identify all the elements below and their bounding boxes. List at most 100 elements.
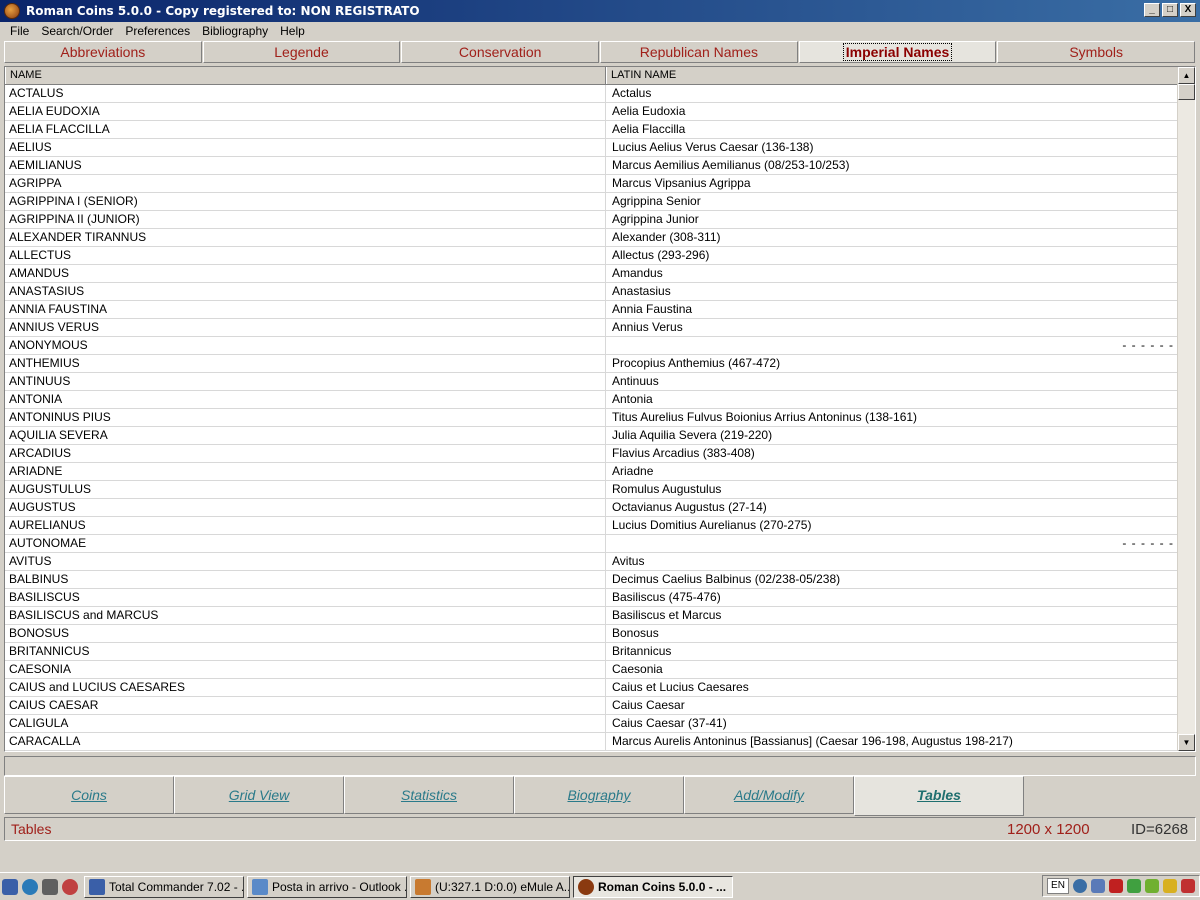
cell-latin-name[interactable]: Octavianus Augustus (27-14) <box>606 499 1178 516</box>
cell-name[interactable]: CARACALLA <box>5 733 606 750</box>
table-row[interactable]: AEMILIANUS Marcus Aemilius Aemilianus (08… <box>5 157 1178 175</box>
menu-preferences[interactable]: Preferences <box>119 24 196 38</box>
cell-latin-name[interactable]: Antonia <box>606 391 1178 408</box>
cell-latin-name[interactable]: Decimus Caelius Balbinus (02/238-05/238) <box>606 571 1178 588</box>
menu-help[interactable]: Help <box>274 24 311 38</box>
cell-name[interactable]: ANTONIA <box>5 391 606 408</box>
task-total-commander[interactable]: Total Commander 7.02 - ... <box>84 875 244 898</box>
close-button[interactable]: X <box>1180 3 1196 17</box>
table-row[interactable]: ANTINUUS Antinuus <box>5 373 1178 391</box>
nvidia-icon[interactable] <box>1145 879 1159 893</box>
cell-latin-name[interactable]: Basiliscus et Marcus <box>606 607 1178 624</box>
menu-search-order[interactable]: Search/Order <box>35 24 119 38</box>
cell-name[interactable]: AELIA FLACCILLA <box>5 121 606 138</box>
table-row[interactable]: AUTONOMAE - - - - - - <box>5 535 1178 553</box>
column-header-name[interactable]: NAME <box>5 67 606 84</box>
table-row[interactable]: ANASTASIUS Anastasius <box>5 283 1178 301</box>
table-row[interactable]: BASILISCUS and MARCUS Basiliscus et Marcu… <box>5 607 1178 625</box>
cell-latin-name[interactable]: Allectus (293-296) <box>606 247 1178 264</box>
cell-name[interactable]: BALBINUS <box>5 571 606 588</box>
tab-coins[interactable]: Coins <box>4 776 174 814</box>
task-outlook[interactable]: Posta in arrivo - Outlook ... <box>247 875 407 898</box>
cell-name[interactable]: ALEXANDER TIRANNUS <box>5 229 606 246</box>
vertical-scrollbar[interactable]: ▲ ▼ <box>1177 67 1195 751</box>
cell-latin-name[interactable]: Avitus <box>606 553 1178 570</box>
table-row[interactable]: AELIUS Lucius Aelius Verus Caesar (136-13… <box>5 139 1178 157</box>
cell-latin-name[interactable]: Aelia Flaccilla <box>606 121 1178 138</box>
tab-symbols[interactable]: Symbols <box>997 41 1196 63</box>
cell-name[interactable]: ANASTASIUS <box>5 283 606 300</box>
cell-name[interactable]: AUTONOMAE <box>5 535 606 552</box>
cell-name[interactable]: ACTALUS <box>5 85 606 102</box>
cell-name[interactable]: AUGUSTUS <box>5 499 606 516</box>
cell-name[interactable]: CAIUS CAESAR <box>5 697 606 714</box>
cell-name[interactable]: AELIUS <box>5 139 606 156</box>
table-row[interactable]: BALBINUS Decimus Caelius Balbinus (02/238… <box>5 571 1178 589</box>
tab-legende[interactable]: Legende <box>202 41 401 63</box>
tab-add-modify[interactable]: Add/Modify <box>684 776 854 814</box>
cell-latin-name[interactable]: Agrippina Junior <box>606 211 1178 228</box>
table-row[interactable]: ANNIA FAUSTINA Annia Faustina <box>5 301 1178 319</box>
table-row[interactable]: AELIA EUDOXIA Aelia Eudoxia <box>5 103 1178 121</box>
minimize-button[interactable]: _ <box>1144 3 1160 17</box>
cell-name[interactable]: AGRIPPINA I (SENIOR) <box>5 193 606 210</box>
shield-icon[interactable] <box>1163 879 1177 893</box>
cell-name[interactable]: ANTONINUS PIUS <box>5 409 606 426</box>
cell-latin-name[interactable]: Caesonia <box>606 661 1178 678</box>
cell-latin-name[interactable]: Amandus <box>606 265 1178 282</box>
cell-name[interactable]: ARCADIUS <box>5 445 606 462</box>
table-row[interactable]: CAIUS CAESAR Caius Caesar <box>5 697 1178 715</box>
tab-abbreviations[interactable]: Abbreviations <box>4 41 202 63</box>
table-row[interactable]: AVITUS Avitus <box>5 553 1178 571</box>
alien-icon[interactable] <box>42 878 58 895</box>
cell-latin-name[interactable]: Lucius Aelius Verus Caesar (136-138) <box>606 139 1178 156</box>
cell-latin-name[interactable]: Basiliscus (475-476) <box>606 589 1178 606</box>
cell-name[interactable]: ANNIUS VERUS <box>5 319 606 336</box>
table-row[interactable]: ACTALUS Actalus <box>5 85 1178 103</box>
cell-latin-name[interactable]: Julia Aquilia Severa (219-220) <box>606 427 1178 444</box>
scroll-thumb[interactable] <box>1178 84 1195 100</box>
cell-latin-name[interactable]: Marcus Aurelis Antoninus [Bassianus] (Ca… <box>606 733 1178 750</box>
network-icon[interactable] <box>1073 879 1087 893</box>
volume-icon[interactable] <box>1181 879 1195 893</box>
monitor-icon[interactable] <box>1091 879 1105 893</box>
table-row[interactable]: ARIADNE Ariadne <box>5 463 1178 481</box>
cell-name[interactable]: AMANDUS <box>5 265 606 282</box>
task-emule[interactable]: (U:327.1 D:0.0) eMule A... <box>410 875 570 898</box>
cell-latin-name[interactable]: Annia Faustina <box>606 301 1178 318</box>
cell-latin-name[interactable]: Agrippina Senior <box>606 193 1178 210</box>
cell-latin-name[interactable]: Antinuus <box>606 373 1178 390</box>
table-row[interactable]: CARACALLA Marcus Aurelis Antoninus [Bassi… <box>5 733 1178 751</box>
cell-name[interactable]: AQUILIA SEVERA <box>5 427 606 444</box>
table-row[interactable]: ANTONIA Antonia <box>5 391 1178 409</box>
table-row[interactable]: CALIGULA Caius Caesar (37-41) <box>5 715 1178 733</box>
cell-latin-name[interactable]: Caius Caesar <box>606 697 1178 714</box>
table-row[interactable]: AGRIPPA Marcus Vipsanius Agrippa <box>5 175 1178 193</box>
cell-latin-name[interactable]: Anastasius <box>606 283 1178 300</box>
cell-name[interactable]: AVITUS <box>5 553 606 570</box>
table-row[interactable]: AGRIPPINA II (JUNIOR) Agrippina Junior <box>5 211 1178 229</box>
tab-biography[interactable]: Biography <box>514 776 684 814</box>
cell-latin-name[interactable]: Annius Verus <box>606 319 1178 336</box>
cell-latin-name[interactable]: Ariadne <box>606 463 1178 480</box>
table-row[interactable]: AURELIANUS Lucius Domitius Aurelianus (27… <box>5 517 1178 535</box>
tab-grid-view[interactable]: Grid View <box>174 776 344 814</box>
tab-imperial-names[interactable]: Imperial Names <box>798 41 997 63</box>
cell-latin-name[interactable]: Marcus Aemilius Aemilianus (08/253-10/25… <box>606 157 1178 174</box>
cell-name[interactable]: AGRIPPA <box>5 175 606 192</box>
table-row[interactable]: CAIUS and LUCIUS CAESARES Caius et Lucius… <box>5 679 1178 697</box>
table-row[interactable]: ALLECTUS Allectus (293-296) <box>5 247 1178 265</box>
table-row[interactable]: BONOSUS Bonosus <box>5 625 1178 643</box>
maximize-button[interactable]: □ <box>1162 3 1178 17</box>
cell-latin-name[interactable]: Flavius Arcadius (383-408) <box>606 445 1178 462</box>
scroll-up-button[interactable]: ▲ <box>1178 67 1195 84</box>
cell-name[interactable]: AELIA EUDOXIA <box>5 103 606 120</box>
table-row[interactable]: CAESONIA Caesonia <box>5 661 1178 679</box>
table-row[interactable]: ANNIUS VERUS Annius Verus <box>5 319 1178 337</box>
language-indicator[interactable]: EN <box>1047 878 1069 894</box>
table-row[interactable]: ALEXANDER TIRANNUS Alexander (308-311) <box>5 229 1178 247</box>
cell-name[interactable]: ALLECTUS <box>5 247 606 264</box>
cell-name[interactable]: CAESONIA <box>5 661 606 678</box>
cell-name[interactable]: ANTHEMIUS <box>5 355 606 372</box>
tab-statistics[interactable]: Statistics <box>344 776 514 814</box>
